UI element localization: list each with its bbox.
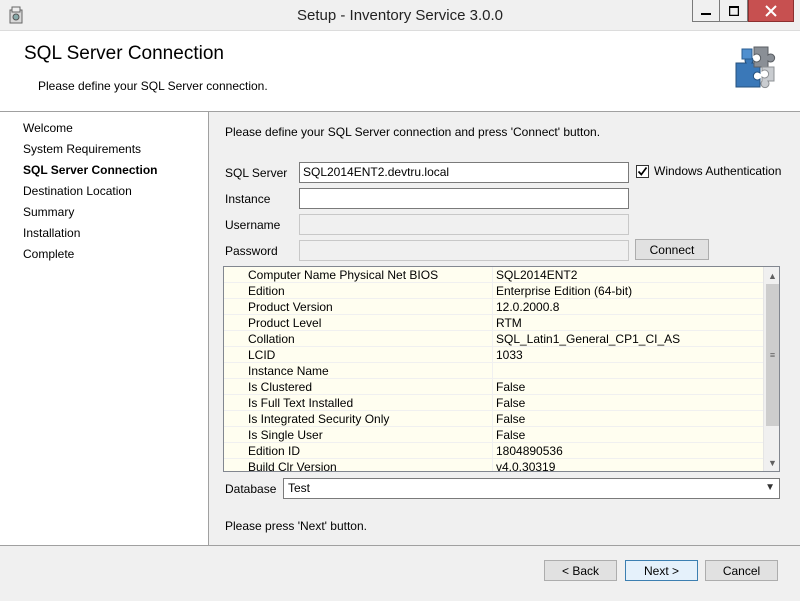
sql-server-label: SQL Server [225, 166, 288, 180]
property-row[interactable]: Product Level RTM [224, 315, 763, 331]
step-installation: Installation [23, 226, 81, 240]
step-destination-location: Destination Location [23, 184, 132, 198]
property-name: Build Clr Version [248, 460, 337, 472]
property-row[interactable]: Build Clr Version v4.0.30319 [224, 459, 763, 472]
scroll-up-icon[interactable]: ▲ [764, 267, 779, 284]
instance-input[interactable] [299, 188, 629, 209]
windows-authentication-label: Windows Authentication [654, 164, 782, 178]
property-name: Is Integrated Security Only [248, 412, 390, 426]
header-banner: SQL Server Connection Please define your… [0, 31, 800, 112]
wizard-footer: < Back Next > Cancel [0, 545, 800, 601]
server-properties-grid[interactable]: Computer Name Physical Net BIOS SQL2014EN… [223, 266, 780, 472]
step-complete: Complete [23, 247, 75, 261]
property-value: Enterprise Edition (64-bit) [496, 284, 633, 298]
property-name: Product Version [248, 300, 333, 314]
property-name: Computer Name Physical Net BIOS [248, 268, 439, 282]
property-row[interactable]: Collation SQL_Latin1_General_CP1_CI_AS [224, 331, 763, 347]
main-content: Please define your SQL Server connection… [210, 112, 800, 545]
window-title: Setup - Inventory Service 3.0.0 [297, 7, 503, 24]
property-name: Product Level [248, 316, 322, 330]
property-name: LCID [248, 348, 276, 362]
windows-authentication-checkbox[interactable]: Windows Authentication [636, 164, 781, 178]
maximize-button[interactable] [720, 0, 748, 22]
property-row[interactable]: Is Single User False [224, 427, 763, 443]
database-select[interactable]: Test ▼ [283, 478, 780, 499]
property-row[interactable]: Computer Name Physical Net BIOS SQL2014EN… [224, 267, 763, 283]
property-value: False [496, 428, 526, 442]
minimize-button[interactable] [692, 0, 720, 22]
property-name: Is Full Text Installed [248, 396, 354, 410]
property-row[interactable]: Instance Name [224, 363, 763, 379]
scroll-thumb[interactable]: ≡ [766, 284, 779, 426]
sql-server-input[interactable]: SQL2014ENT2.devtru.local [299, 162, 629, 183]
property-name: Edition ID [248, 444, 301, 458]
property-name: Is Single User [248, 428, 323, 442]
property-name: Collation [248, 332, 295, 346]
connect-button[interactable]: Connect [635, 239, 709, 260]
scroll-down-icon[interactable]: ▼ [764, 454, 779, 471]
username-input[interactable] [299, 214, 629, 235]
property-name: Is Clustered [248, 380, 313, 394]
property-row[interactable]: Product Version 12.0.2000.8 [224, 299, 763, 315]
minimize-icon [701, 12, 711, 15]
checkbox-checked-icon[interactable] [636, 164, 649, 178]
page-subtitle: Please define your SQL Server connection… [38, 79, 268, 93]
step-system-requirements: System Requirements [23, 142, 142, 156]
property-row[interactable]: Edition ID 1804890536 [224, 443, 763, 459]
next-button[interactable]: Next > [625, 560, 698, 581]
close-button[interactable] [748, 0, 794, 22]
cancel-button[interactable]: Cancel [705, 560, 778, 581]
property-row[interactable]: Is Full Text Installed False [224, 395, 763, 411]
database-label: Database [225, 482, 277, 496]
property-value: RTM [496, 316, 522, 330]
property-row[interactable]: LCID 1033 [224, 347, 763, 363]
property-value: False [496, 396, 526, 410]
property-row[interactable]: Edition Enterprise Edition (64-bit) [224, 283, 763, 299]
step-welcome: Welcome [23, 121, 73, 135]
property-value: SQL2014ENT2 [496, 268, 578, 282]
wizard-steps-sidebar: Welcome System Requirements SQL Server C… [0, 112, 209, 545]
property-row[interactable]: Is Integrated Security Only False [224, 411, 763, 427]
puzzle-pieces-icon [730, 41, 780, 91]
property-value: SQL_Latin1_General_CP1_CI_AS [496, 332, 681, 346]
property-name: Instance Name [248, 364, 329, 378]
property-name: Edition [248, 284, 285, 298]
maximize-icon [728, 5, 739, 16]
chevron-down-icon[interactable]: ▼ [765, 482, 775, 493]
username-label: Username [225, 218, 281, 232]
property-row[interactable]: Is Clustered False [224, 379, 763, 395]
page-title: SQL Server Connection [24, 43, 224, 64]
password-label: Password [225, 244, 278, 258]
instance-label: Instance [225, 192, 271, 206]
password-input[interactable] [299, 240, 629, 261]
back-button[interactable]: < Back [544, 560, 617, 581]
close-icon [765, 4, 777, 17]
property-value: 1804890536 [496, 444, 563, 458]
property-value: v4.0.30319 [496, 460, 556, 472]
title-bar: Setup - Inventory Service 3.0.0 [0, 0, 800, 31]
property-value: False [496, 380, 526, 394]
database-selected-value: Test [288, 481, 311, 495]
property-value: False [496, 412, 526, 426]
outro-text: Please press 'Next' button. [225, 519, 367, 533]
step-sql-server-connection: SQL Server Connection [23, 163, 158, 177]
property-value: 1033 [496, 348, 523, 362]
intro-text: Please define your SQL Server connection… [225, 125, 601, 139]
properties-scrollbar[interactable]: ▲ ≡ ▼ [763, 267, 779, 471]
property-value: 12.0.2000.8 [496, 300, 560, 314]
step-summary: Summary [23, 205, 75, 219]
